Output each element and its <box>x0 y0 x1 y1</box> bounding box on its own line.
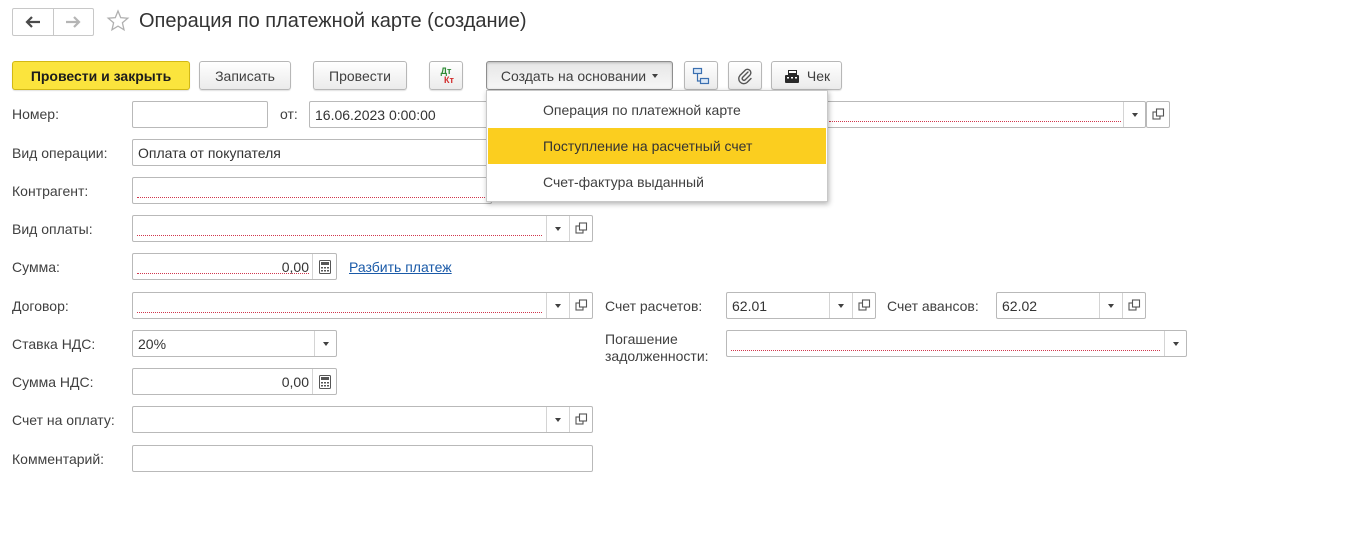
create-based-on-button[interactable]: Создать на основании <box>486 61 673 90</box>
required-underline <box>829 121 1121 122</box>
comment-input[interactable] <box>132 445 593 472</box>
contract-open-button[interactable] <box>569 293 592 318</box>
vat-amount-input[interactable]: 0,00 <box>132 368 337 395</box>
calculator-icon <box>318 259 331 274</box>
open-window-icon <box>857 299 870 311</box>
required-underline <box>137 235 542 236</box>
organization-open-button[interactable] <box>1146 101 1170 128</box>
post-button[interactable]: Провести <box>313 61 407 90</box>
amount-calculator-button[interactable] <box>312 254 336 279</box>
date-label: от: <box>280 106 298 122</box>
menu-item-bank-receipt[interactable]: Поступление на расчетный счет <box>488 128 826 164</box>
chevron-down-icon <box>554 417 561 422</box>
settlement-account-label: Счет расчетов: <box>605 298 703 314</box>
back-button[interactable] <box>13 9 53 35</box>
operation-type-label: Вид операции: <box>12 145 108 161</box>
chevron-down-icon <box>322 341 329 346</box>
navigation-group <box>12 8 94 36</box>
advance-account-open-button[interactable] <box>1122 293 1145 318</box>
chevron-down-icon <box>1107 303 1114 308</box>
payment-type-label: Вид оплаты: <box>12 221 93 237</box>
vat-amount-label: Сумма НДС: <box>12 374 94 390</box>
settlement-account-dropdown-button[interactable] <box>829 293 851 318</box>
menu-item-invoice-issued[interactable]: Счет-фактура выданный <box>488 164 826 200</box>
structure-button[interactable] <box>684 61 718 90</box>
amount-label: Сумма: <box>12 259 60 275</box>
chevron-down-icon <box>837 303 844 308</box>
open-window-icon <box>574 413 587 425</box>
debt-repayment-select[interactable] <box>726 330 1187 357</box>
counterparty-label: Контрагент: <box>12 183 89 199</box>
organization-input[interactable] <box>824 101 1146 128</box>
vat-rate-label: Ставка НДС: <box>12 336 96 352</box>
counterparty-input[interactable] <box>132 177 492 204</box>
chevron-down-icon <box>1172 341 1179 346</box>
payment-type-dropdown-button[interactable] <box>546 216 568 241</box>
required-underline <box>137 197 485 198</box>
page-title: Операция по платежной карте (создание) <box>139 10 527 32</box>
open-window-icon <box>1152 108 1165 120</box>
chevron-down-icon <box>554 303 561 308</box>
chevron-down-icon <box>1131 112 1138 117</box>
split-payment-link[interactable]: Разбить платеж <box>349 259 452 275</box>
vat-rate-select[interactable]: 20% <box>132 330 337 357</box>
receipt-button[interactable]: Чек <box>771 61 842 90</box>
payment-type-input[interactable] <box>132 215 593 242</box>
structure-icon <box>692 67 710 84</box>
post-and-close-button[interactable]: Провести и закрыть <box>12 61 190 90</box>
arrow-left-icon <box>25 16 40 28</box>
amount-input[interactable]: 0,00 <box>132 253 337 280</box>
open-window-icon <box>1127 299 1140 311</box>
debt-repayment-label: Погашение задолженности: <box>605 331 709 364</box>
create-based-on-menu: Операция по платежной карте Поступление … <box>486 90 828 202</box>
menu-item-card-operation[interactable]: Операция по платежной карте <box>488 92 826 128</box>
invoice-label: Счет на оплату: <box>12 412 115 428</box>
number-label: Номер: <box>12 106 59 122</box>
invoice-dropdown-button[interactable] <box>546 407 568 432</box>
attach-button[interactable] <box>728 61 762 90</box>
arrow-right-icon <box>66 16 81 28</box>
advance-account-input[interactable]: 62.02 <box>996 292 1146 319</box>
cash-register-icon <box>784 69 799 83</box>
number-input[interactable] <box>132 101 268 128</box>
advance-account-dropdown-button[interactable] <box>1099 293 1121 318</box>
dt-kt-button[interactable]: Дт Кт <box>429 61 463 90</box>
contract-dropdown-button[interactable] <box>546 293 568 318</box>
date-input[interactable]: 16.06.2023 0:00:00 <box>309 101 489 128</box>
save-button[interactable]: Записать <box>199 61 291 90</box>
calculator-icon <box>318 374 331 389</box>
favorite-star-icon[interactable] <box>106 9 130 36</box>
required-underline <box>137 273 309 274</box>
settlement-account-input[interactable]: 62.01 <box>726 292 876 319</box>
contract-label: Договор: <box>12 298 69 314</box>
dt-kt-icon: Дт Кт <box>440 65 454 85</box>
chevron-down-icon <box>652 73 659 78</box>
open-window-icon <box>574 299 587 311</box>
forward-button[interactable] <box>52 9 94 35</box>
invoice-input[interactable] <box>132 406 593 433</box>
operation-type-select[interactable]: Оплата от покупателя <box>132 139 492 166</box>
open-window-icon <box>574 222 587 234</box>
vat-amount-calculator-button[interactable] <box>312 369 336 394</box>
required-underline <box>731 350 1160 351</box>
advance-account-label: Счет авансов: <box>887 298 979 314</box>
invoice-open-button[interactable] <box>569 407 592 432</box>
paperclip-icon <box>738 68 752 84</box>
settlement-account-open-button[interactable] <box>852 293 875 318</box>
contract-input[interactable] <box>132 292 593 319</box>
vat-rate-dropdown-button[interactable] <box>314 331 336 356</box>
payment-type-open-button[interactable] <box>569 216 592 241</box>
chevron-down-icon <box>554 226 561 231</box>
required-underline <box>137 312 542 313</box>
organization-dropdown-button[interactable] <box>1123 102 1145 127</box>
comment-label: Комментарий: <box>12 451 105 467</box>
debt-repayment-dropdown-button[interactable] <box>1164 331 1186 356</box>
